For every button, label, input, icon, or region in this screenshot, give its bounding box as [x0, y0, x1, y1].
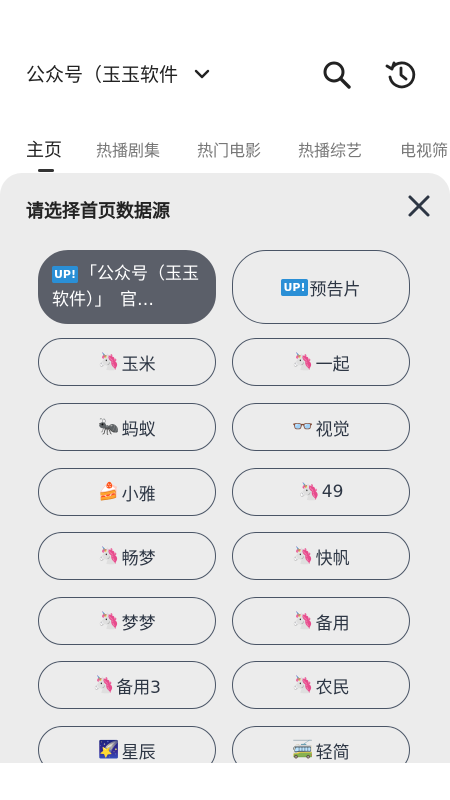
- source-option[interactable]: 🍰 小雅: [38, 468, 216, 516]
- unicorn-icon: 🦄: [98, 546, 120, 566]
- source-option-label: 快帆: [315, 548, 350, 569]
- up-badge-icon: UP!: [52, 265, 79, 283]
- chevron-down-icon[interactable]: [190, 62, 214, 86]
- source-option-label: 农民: [315, 677, 350, 698]
- source-option-label: 梦梦: [121, 613, 156, 634]
- source-option-label: 畅梦: [121, 548, 156, 569]
- source-option[interactable]: 👓 视觉: [232, 403, 410, 451]
- ant-icon: 🐜: [98, 417, 120, 437]
- unicorn-icon: 🦄: [98, 611, 120, 631]
- source-option[interactable]: 🦄 畅梦: [38, 532, 216, 580]
- glasses-icon: 👓: [292, 417, 314, 437]
- category-tabs: 主页 热播剧集 热门电影 热播综艺 电视筛: [0, 128, 450, 174]
- source-option-label: 视觉: [315, 419, 350, 440]
- source-option-label: 一起: [315, 354, 350, 375]
- source-option[interactable]: 🚎 轻简: [232, 726, 410, 763]
- source-option[interactable]: 🦄 备用: [232, 597, 410, 645]
- unicorn-icon: 🦄: [292, 352, 314, 372]
- history-icon[interactable]: [383, 57, 419, 93]
- tab-hot-movies[interactable]: 热门电影: [197, 140, 261, 162]
- tab-indicator: [38, 169, 54, 172]
- unicorn-icon: 🦄: [292, 546, 314, 566]
- data-source-sheet: 请选择首页数据源 UP! 「公众号（玉玉软件）」 官… UP! 预告片 🦄 玉米 🦄 一…: [0, 173, 450, 763]
- tab-hot-variety[interactable]: 热播综艺: [298, 140, 362, 162]
- bottom-area: [0, 763, 450, 800]
- source-option[interactable]: 🦄 梦梦: [38, 597, 216, 645]
- source-option-label: 49: [321, 482, 344, 502]
- trolleybus-icon: 🚎: [292, 740, 314, 760]
- close-icon[interactable]: [403, 190, 435, 222]
- source-option-label: 轻简: [315, 742, 350, 763]
- top-bar: 公众号（玉玉软件 主页 热播剧集 热门电影 热播综艺 电视筛: [0, 0, 450, 172]
- source-option-label: 备用3: [116, 677, 161, 698]
- source-option[interactable]: 🐜 蚂蚁: [38, 403, 216, 451]
- tab-home[interactable]: 主页: [26, 140, 62, 162]
- up-badge-icon: UP!: [281, 278, 308, 296]
- shooting-star-icon: 🌠: [98, 740, 120, 760]
- source-option[interactable]: 🦄 快帆: [232, 532, 410, 580]
- unicorn-icon: 🦄: [292, 611, 314, 631]
- source-option-label: 预告片: [309, 279, 361, 300]
- unicorn-icon: 🦄: [292, 675, 314, 695]
- source-option[interactable]: 🦄 玉米: [38, 338, 216, 386]
- source-option[interactable]: 🦄 49: [232, 468, 410, 516]
- source-option-label: 备用: [315, 613, 350, 634]
- source-option-label: 玉米: [121, 354, 156, 375]
- source-option[interactable]: 🦄 备用3: [38, 661, 216, 709]
- sheet-title: 请选择首页数据源: [26, 201, 170, 222]
- source-option-label: 星辰: [121, 742, 156, 763]
- tab-hot-series[interactable]: 热播剧集: [96, 140, 160, 162]
- tab-tv-filter[interactable]: 电视筛: [400, 140, 448, 162]
- source-option[interactable]: 🦄 一起: [232, 338, 410, 386]
- source-option[interactable]: UP! 预告片: [232, 250, 410, 324]
- source-option[interactable]: 🌠 星辰: [38, 726, 216, 763]
- cake-icon: 🍰: [98, 482, 120, 502]
- source-option[interactable]: 🦄 农民: [232, 661, 410, 709]
- search-icon[interactable]: [320, 58, 354, 92]
- source-title[interactable]: 公众号（玉玉软件: [26, 60, 181, 90]
- source-option-label: 小雅: [121, 484, 156, 505]
- unicorn-icon: 🦄: [98, 352, 120, 372]
- unicorn-icon: 🦄: [298, 482, 320, 502]
- source-option-selected[interactable]: UP! 「公众号（玉玉软件）」 官…: [38, 250, 216, 324]
- source-option-label: 蚂蚁: [121, 419, 156, 440]
- unicorn-icon: 🦄: [93, 675, 115, 695]
